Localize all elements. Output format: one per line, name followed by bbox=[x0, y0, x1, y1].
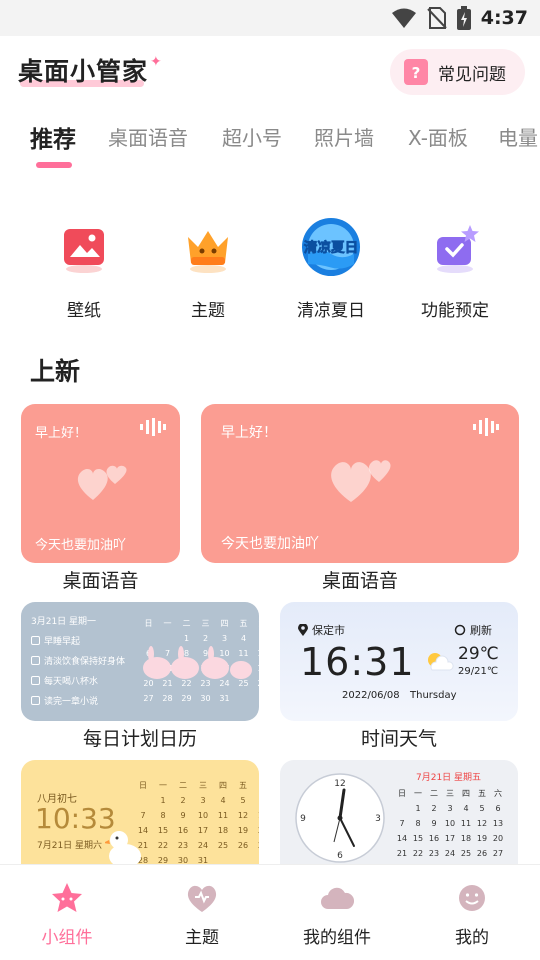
bottom-nav: 小组件 主题 我的组件 我的 bbox=[0, 864, 540, 960]
feature-label: 清凉夏日 bbox=[297, 301, 365, 321]
sound-wave-icon bbox=[140, 418, 166, 436]
faq-label: 常见问题 bbox=[438, 64, 506, 85]
category-tabs: 推荐 桌面语音 超小号 照片墙 X-面板 电量 bbox=[0, 118, 540, 170]
weather-date: 2022/06/08 bbox=[342, 690, 400, 701]
mini-calendar: 日一二三四五六 123456 78910111213 1415161718192… bbox=[137, 781, 259, 864]
task-item: 清淡饮食保持好身体 bbox=[31, 654, 125, 667]
calendar-header: 3月21日 星期一 bbox=[31, 617, 97, 627]
yellow-calendar-card[interactable]: 八月初七 10:33 7月21日 星期六 日一二三四五六 123456 7891… bbox=[21, 760, 259, 864]
weather-weekday: Thursday bbox=[410, 690, 457, 701]
sparkle-icon: ✦ bbox=[150, 54, 162, 70]
heart-decoration-icon bbox=[77, 465, 127, 500]
feature-wallpaper[interactable]: 壁纸 bbox=[29, 212, 139, 321]
tab-desktop-voice[interactable]: 桌面语音 bbox=[108, 122, 188, 151]
summer-badge-text: 清凉夏日 bbox=[304, 239, 359, 256]
partly-cloudy-icon bbox=[428, 653, 454, 671]
voice-card-label: 桌面语音 bbox=[62, 570, 139, 592]
cloud-icon bbox=[320, 881, 354, 915]
faq-button[interactable]: ? 常见问题 bbox=[390, 49, 525, 95]
wallpaper-icon bbox=[49, 212, 119, 282]
tab-x-panel[interactable]: X-面板 bbox=[408, 122, 468, 151]
bunny-illustration-icon bbox=[143, 646, 252, 679]
nav-label: 主题 bbox=[185, 928, 219, 948]
task-item: 每天喝八杯水 bbox=[31, 674, 98, 687]
tab-photo-wall[interactable]: 照片墙 bbox=[314, 122, 374, 151]
nav-my-widgets[interactable]: 我的组件 bbox=[277, 881, 397, 948]
svg-text:?: ? bbox=[412, 64, 421, 82]
summer-badge-icon: 清凉夏日 bbox=[296, 212, 366, 282]
status-time: 4:37 bbox=[480, 7, 528, 29]
task-item: 早睡早起 bbox=[31, 634, 80, 647]
smile-icon bbox=[455, 881, 489, 915]
weather-card-label: 时间天气 bbox=[360, 728, 437, 750]
tab-battery[interactable]: 电量 bbox=[498, 122, 538, 151]
motto-text: 今天也要加油吖 bbox=[221, 536, 319, 552]
voice-card-wide[interactable]: 早上好！ 今天也要加油吖 bbox=[201, 404, 519, 563]
yellow-card-time: 10:33 bbox=[35, 802, 116, 835]
duck-illustration-icon bbox=[105, 831, 141, 864]
analog-clock-icon: 12 3 6 9 bbox=[295, 773, 385, 863]
yellow-card-date: 7月21日 星期六 bbox=[37, 841, 103, 851]
greeting-text: 早上好！ bbox=[221, 425, 277, 441]
nav-mine[interactable]: 我的 bbox=[412, 881, 532, 948]
battery-charging-icon bbox=[456, 6, 471, 30]
nav-label: 小组件 bbox=[41, 928, 93, 948]
feature-label: 功能预定 bbox=[421, 301, 489, 321]
heart-icon bbox=[185, 881, 219, 915]
status-icons: 4:37 bbox=[391, 4, 528, 32]
clock-card-title: 7月21日 星期五 bbox=[416, 773, 482, 783]
section-title: 上新 bbox=[30, 357, 81, 386]
clock-number: 6 bbox=[337, 851, 343, 861]
temperature: 29℃ bbox=[458, 644, 499, 664]
status-bar: 4:37 bbox=[0, 0, 540, 36]
voice-card[interactable]: 早上好！ 今天也要加油吖 bbox=[21, 404, 180, 563]
feature-cool-summer[interactable]: 清凉夏日 清凉夏日 bbox=[276, 212, 386, 321]
task-item: 读完一章小说 bbox=[31, 694, 98, 707]
feature-theme[interactable]: 主题 bbox=[153, 212, 263, 321]
city-name: 保定市 bbox=[298, 622, 345, 638]
tab-mini[interactable]: 超小号 bbox=[222, 122, 282, 151]
refresh-button[interactable]: 刷新 bbox=[454, 622, 492, 638]
wifi-icon bbox=[391, 8, 416, 28]
no-sim-icon bbox=[427, 7, 447, 29]
feature-reserve[interactable]: 功能预定 bbox=[400, 212, 510, 321]
weather-card[interactable]: 保定市 刷新 16:31 29℃ 29/21℃ 2022/06/08 Thurs… bbox=[280, 602, 518, 721]
faq-book-icon: ? bbox=[404, 59, 428, 85]
refresh-icon bbox=[454, 624, 466, 636]
clock-number: 12 bbox=[334, 779, 345, 789]
weather-time: 16:31 bbox=[300, 640, 415, 684]
calendar-card[interactable]: 3月21日 星期一 早睡早起 清淡饮食保持好身体 每天喝八杯水 读完一章小说 日… bbox=[21, 602, 259, 721]
feature-label: 主题 bbox=[191, 301, 225, 321]
mini-calendar: 日一二三四五六 123456 78910111213 1415161718192… bbox=[396, 789, 504, 858]
heart-decoration-icon bbox=[331, 460, 391, 502]
voice-card-label: 桌面语音 bbox=[321, 570, 398, 592]
calendar-card-label: 每日计划日历 bbox=[82, 728, 197, 750]
clock-number: 3 bbox=[375, 814, 381, 824]
reserve-icon bbox=[420, 212, 490, 282]
nav-label: 我的组件 bbox=[303, 928, 371, 948]
tab-indicator bbox=[36, 162, 72, 168]
nav-theme[interactable]: 主题 bbox=[142, 881, 262, 948]
temperature-range: 29/21℃ bbox=[458, 666, 499, 677]
crown-icon bbox=[173, 212, 243, 282]
tab-recommend[interactable]: 推荐 bbox=[30, 120, 76, 154]
sound-wave-icon bbox=[473, 418, 499, 436]
location-pin-icon bbox=[298, 624, 308, 636]
app-title: 桌面小管家 bbox=[18, 57, 149, 86]
nav-widgets[interactable]: 小组件 bbox=[7, 881, 127, 948]
nav-label: 我的 bbox=[455, 928, 489, 948]
motto-text: 今天也要加油吖 bbox=[35, 538, 127, 553]
feature-label: 壁纸 bbox=[67, 301, 101, 321]
clock-number: 9 bbox=[300, 814, 306, 824]
clock-calendar-card[interactable]: 12 3 6 9 7月21日 星期五 日一二三四五六 123456 7 8 9 10 1… bbox=[280, 760, 518, 864]
star-icon bbox=[50, 881, 84, 915]
greeting-text: 早上好！ bbox=[35, 426, 88, 441]
